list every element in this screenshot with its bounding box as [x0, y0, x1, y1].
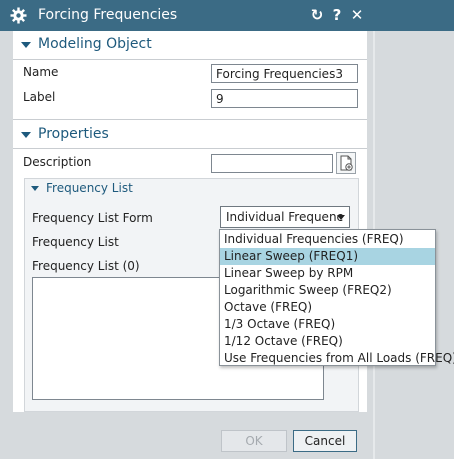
help-icon[interactable]: ?: [328, 6, 346, 24]
dropdown-option[interactable]: 1/12 Octave (FREQ): [220, 333, 435, 350]
group-frequency-list[interactable]: Frequency List: [46, 181, 133, 195]
frequency-list-form-select[interactable]: Individual Frequenc: [220, 206, 350, 228]
select-value: Individual Frequenc: [226, 210, 344, 224]
dropdown-option[interactable]: 1/3 Octave (FREQ): [220, 316, 435, 333]
close-icon[interactable]: ✕: [348, 6, 366, 24]
dropdown-option-highlighted[interactable]: Linear Sweep (FREQ1): [220, 248, 435, 265]
dropdown-option[interactable]: Use Frequencies from All Loads (FREQ): [220, 350, 454, 367]
frequency-list-label: Frequency List: [32, 235, 119, 249]
section-modeling-object[interactable]: Modeling Object: [38, 36, 152, 52]
collapse-triangle-icon[interactable]: [21, 132, 31, 138]
frequency-list-count-label: Frequency List (0): [32, 259, 140, 273]
label-label: Label: [23, 90, 56, 104]
reset-icon[interactable]: ↻: [308, 6, 326, 24]
dialog-titlebar: Forcing Frequencies ↻ ? ✕: [0, 0, 454, 31]
name-field[interactable]: Forcing Frequencies3: [211, 64, 358, 83]
section-properties[interactable]: Properties: [38, 126, 109, 142]
collapse-triangle-icon[interactable]: [31, 186, 39, 191]
description-label: Description: [23, 155, 92, 169]
text-editor-button[interactable]: [336, 152, 356, 174]
frequency-list-form-dropdown: Individual Frequencies (FREQ) Linear Swe…: [219, 229, 454, 367]
gear-icon: [10, 7, 27, 24]
dropdown-option[interactable]: Octave (FREQ): [220, 299, 435, 316]
section-divider: [13, 119, 367, 120]
ok-button[interactable]: OK: [221, 430, 287, 452]
cancel-button[interactable]: Cancel: [293, 430, 357, 452]
frequency-list-form-label: Frequency List Form: [32, 211, 153, 225]
dropdown-option[interactable]: Linear Sweep by RPM: [220, 265, 435, 282]
name-label: Name: [23, 65, 59, 79]
description-field[interactable]: [211, 154, 333, 173]
dialog-title: Forcing Frequencies: [38, 7, 178, 23]
dropdown-option[interactable]: Logarithmic Sweep (FREQ2): [220, 282, 435, 299]
label-field[interactable]: 9: [211, 89, 358, 108]
section-divider: [13, 148, 367, 149]
chevron-down-icon[interactable]: [337, 215, 345, 220]
dropdown-option[interactable]: Individual Frequencies (FREQ): [220, 231, 435, 248]
collapse-triangle-icon[interactable]: [21, 42, 31, 48]
section-divider: [13, 59, 367, 60]
